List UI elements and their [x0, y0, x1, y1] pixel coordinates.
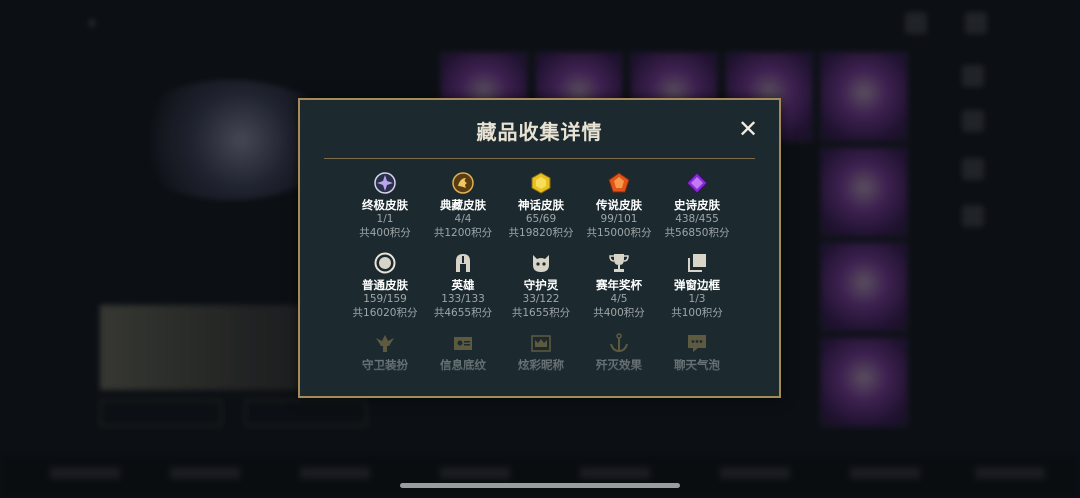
stat-name: 普通皮肤 [362, 278, 408, 292]
home-indicator[interactable] [400, 483, 680, 488]
stat-count: 65/69 [525, 213, 557, 225]
stat-colorful-nicknames[interactable]: 炫彩昵称 [502, 332, 580, 373]
anchor-icon [610, 333, 628, 353]
stat-elimination-effects[interactable]: 歼灭效果 [580, 332, 658, 373]
stat-name: 史诗皮肤 [674, 198, 720, 212]
stat-name: 聊天气泡 [674, 358, 720, 372]
stat-name: 歼灭效果 [596, 358, 642, 372]
stat-points: 共1200积分 [433, 227, 493, 239]
stat-count: 99/101 [600, 213, 638, 225]
stat-season-trophies[interactable]: 赛年奖杯 4/5 共400积分 [580, 252, 658, 320]
stat-chat-bubbles[interactable]: 聊天气泡 [658, 332, 736, 373]
stat-info-card-patterns[interactable]: 信息底纹 [424, 332, 502, 373]
close-button[interactable]: ✕ [737, 117, 759, 141]
stat-guardians[interactable]: 守护灵 33/122 共1655积分 [502, 252, 580, 320]
stat-points: 共15000积分 [586, 227, 652, 239]
purple-diamond-gem-icon [686, 172, 708, 194]
stacked-frames-icon [688, 254, 706, 272]
chat-bubble-icon [688, 335, 706, 352]
ward-icon [376, 335, 394, 352]
stat-count: 1/3 [688, 293, 706, 305]
gold-hexagon-gem-icon [531, 172, 551, 194]
dialog-title: 藏品收集详情 [476, 120, 603, 144]
stat-count: 438/455 [675, 213, 719, 225]
stat-points: 共100积分 [671, 307, 723, 319]
dragon-medallion-icon [452, 172, 474, 194]
stat-name: 炫彩昵称 [518, 358, 564, 372]
stat-epic-skins[interactable]: 史诗皮肤 438/455 共56850积分 [658, 172, 736, 240]
stat-count: 4/5 [610, 293, 628, 305]
stat-name: 典藏皮肤 [440, 198, 486, 212]
stat-popup-frames[interactable]: 弹窗边框 1/3 共100积分 [658, 252, 736, 320]
stat-points: 共4655积分 [433, 307, 493, 319]
guardian-creature-icon [533, 255, 549, 272]
card-pattern-icon [454, 337, 472, 350]
collection-details-dialog: 藏品收集详情 ✕ 终极皮肤 1/1 共400积分 典藏皮肤 4/4 共1200积… [298, 98, 781, 398]
title-divider [324, 158, 755, 159]
crown-icon [531, 335, 551, 352]
stat-name: 终极皮肤 [362, 198, 408, 212]
stat-count: 159/159 [363, 293, 407, 305]
stat-points: 共19820积分 [508, 227, 574, 239]
stat-count: 1/1 [376, 213, 394, 225]
stat-name: 赛年奖杯 [596, 278, 642, 292]
stat-prestige-skins[interactable]: 典藏皮肤 4/4 共1200积分 [424, 172, 502, 240]
stat-legendary-skins[interactable]: 传说皮肤 99/101 共15000积分 [580, 172, 658, 240]
stat-points: 共56850积分 [664, 227, 730, 239]
stat-points: 共400积分 [359, 227, 411, 239]
stat-name: 守护灵 [523, 278, 559, 292]
orange-pentagon-gem-icon [608, 172, 630, 193]
stat-mythic-skins[interactable]: 神话皮肤 65/69 共19820积分 [502, 172, 580, 240]
stat-count: 33/122 [522, 293, 560, 305]
stat-points: 共16020积分 [352, 307, 418, 319]
stat-name: 弹窗边框 [674, 278, 720, 292]
stat-name: 信息底纹 [440, 358, 486, 372]
stat-name: 英雄 [451, 278, 475, 292]
stat-ward-skins[interactable]: 守卫装扮 [346, 332, 424, 373]
stat-points: 共1655积分 [511, 307, 571, 319]
circle-icon [374, 252, 396, 274]
stat-classic-skins[interactable]: 普通皮肤 159/159 共16020积分 [346, 252, 424, 320]
helmet-icon [456, 254, 470, 272]
stat-points: 共400积分 [593, 307, 645, 319]
ultimate-gem-icon [374, 172, 396, 194]
stat-count: 4/4 [454, 213, 472, 225]
stat-name: 神话皮肤 [518, 198, 564, 212]
stat-name: 守卫装扮 [362, 358, 408, 372]
stat-count: 133/133 [441, 293, 485, 305]
stat-champions[interactable]: 英雄 133/133 共4655积分 [424, 252, 502, 320]
trophy-icon [609, 254, 629, 272]
stat-name: 传说皮肤 [596, 198, 642, 212]
stat-ultimate-skins[interactable]: 终极皮肤 1/1 共400积分 [346, 172, 424, 240]
